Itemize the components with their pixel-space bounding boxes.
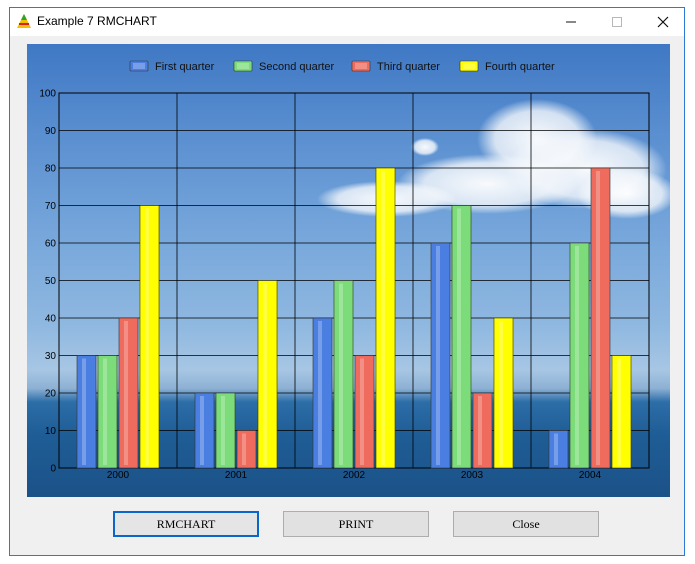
- bar: [590, 167, 611, 469]
- bar: [76, 355, 97, 469]
- bar: [569, 242, 590, 469]
- window-title: Example 7 RMCHART: [37, 14, 157, 28]
- bar: [472, 392, 493, 469]
- y-tick-label: 40: [45, 314, 57, 325]
- chart-panel: First quarter Second quarter Third quarter…: [27, 44, 670, 497]
- maximize-icon: [612, 17, 622, 27]
- rmchart-button[interactable]: RMCHART: [113, 511, 259, 537]
- legend-label: Third quarter: [377, 61, 440, 73]
- bar: [312, 317, 333, 469]
- legend-item: First quarter: [129, 60, 215, 73]
- y-tick-label: 20: [45, 389, 57, 400]
- print-button[interactable]: PRINT: [283, 511, 429, 537]
- legend-label: First quarter: [155, 61, 215, 73]
- bar: [215, 392, 236, 469]
- legend-item: Fourth quarter: [459, 60, 555, 73]
- y-tick-label: 90: [45, 126, 57, 137]
- bar: [333, 280, 354, 469]
- x-tick-label: 2002: [343, 470, 366, 481]
- bar: [97, 355, 118, 469]
- y-tick-label: 0: [50, 464, 56, 475]
- maximize-button[interactable]: [594, 8, 640, 36]
- y-tick-label: 70: [45, 201, 57, 212]
- y-tick-label: 60: [45, 239, 57, 250]
- bar: [118, 317, 139, 469]
- bar: [611, 355, 632, 469]
- bar: [493, 317, 514, 469]
- legend-item: Second quarter: [233, 60, 335, 73]
- x-axis-labels: 2000 2001 2002 2003 2004: [107, 470, 602, 481]
- close-window-button[interactable]: [640, 8, 686, 36]
- bar: [194, 392, 215, 469]
- legend-item: Third quarter: [351, 60, 440, 73]
- app-logo-icon: [17, 14, 31, 28]
- y-tick-label: 80: [45, 164, 57, 175]
- x-tick-label: 2000: [107, 470, 130, 481]
- y-axis-labels: 0 10 20 30 40 50 60 70 80 90 100: [39, 89, 56, 475]
- bar: [139, 205, 160, 469]
- y-tick-label: 30: [45, 351, 57, 362]
- minimize-button[interactable]: [548, 8, 594, 36]
- title-bar[interactable]: Example 7 RMCHART: [10, 8, 684, 36]
- bar: [257, 280, 278, 469]
- bar: [451, 205, 472, 469]
- bar: [236, 430, 257, 469]
- x-tick-label: 2001: [225, 470, 248, 481]
- button-bar: RMCHART PRINT Close: [10, 503, 684, 543]
- app-window: Example 7 RMCHART First quarter Second q…: [9, 7, 685, 556]
- legend-label: Second quarter: [259, 61, 335, 73]
- chart-legend: First quarter Second quarter Third quarter…: [129, 60, 555, 73]
- bar: [354, 355, 375, 469]
- minimize-icon: [566, 21, 576, 23]
- y-tick-label: 50: [45, 276, 57, 287]
- bar: [375, 167, 396, 469]
- y-tick-label: 100: [39, 89, 56, 100]
- x-tick-label: 2003: [461, 470, 484, 481]
- close-button[interactable]: Close: [453, 511, 599, 537]
- legend-label: Fourth quarter: [485, 61, 555, 73]
- bar-chart: First quarter Second quarter Third quarter…: [39, 60, 670, 481]
- y-tick-label: 10: [45, 426, 57, 437]
- close-icon: [657, 16, 669, 28]
- x-tick-label: 2004: [579, 470, 602, 481]
- bar: [548, 430, 569, 469]
- bar: [430, 242, 451, 469]
- cloud-decoration: [317, 99, 670, 219]
